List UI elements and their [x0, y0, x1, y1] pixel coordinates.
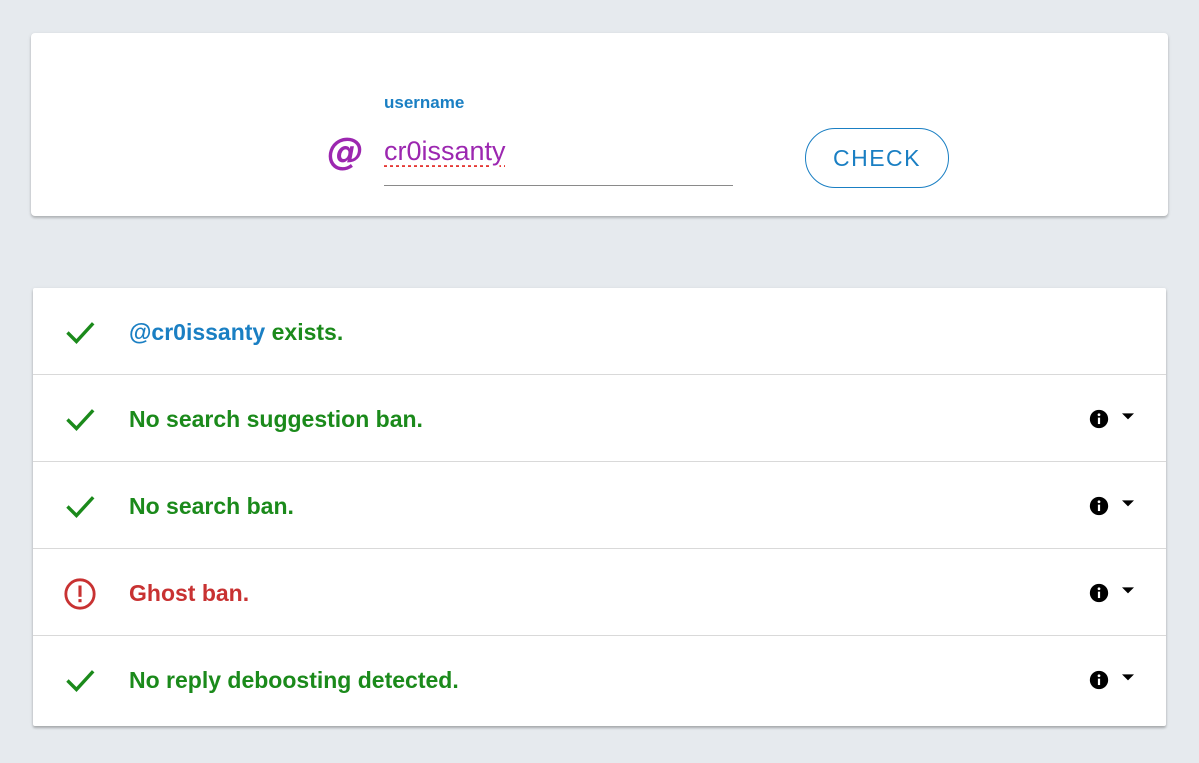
info-icon	[1089, 670, 1109, 690]
username-handle: @cr0issanty	[129, 319, 266, 345]
result-text: No search ban.	[129, 493, 294, 519]
info-dropdown-toggle[interactable]	[1088, 576, 1140, 606]
result-row-search-suggestion-ban: No search suggestion ban.	[33, 375, 1166, 462]
check-icon	[66, 496, 95, 518]
caret-down-icon	[1122, 500, 1134, 507]
result-text: Ghost ban.	[129, 580, 250, 606]
username-input[interactable]	[384, 131, 733, 186]
result-text: @cr0issanty exists.	[129, 318, 343, 346]
info-icon	[1089, 583, 1109, 603]
check-icon	[66, 409, 95, 431]
info-dropdown-toggle[interactable]	[1088, 402, 1140, 432]
result-row-exists: @cr0issanty exists.	[33, 288, 1166, 375]
caret-down-icon	[1122, 587, 1134, 594]
search-card: @ username CHECK	[31, 33, 1168, 216]
info-icon	[1089, 496, 1109, 516]
info-icon	[1089, 409, 1109, 429]
caret-down-icon	[1122, 413, 1134, 420]
check-icon	[66, 322, 95, 344]
check-icon	[66, 670, 95, 692]
username-label: username	[384, 93, 465, 112]
info-dropdown-toggle[interactable]	[1088, 489, 1140, 519]
at-icon: @	[327, 130, 364, 173]
results-card: @cr0issanty exists. No search suggestion…	[33, 288, 1166, 726]
result-suffix: exists.	[265, 319, 344, 345]
caret-down-icon	[1122, 674, 1134, 681]
result-row-ghost-ban: Ghost ban.	[33, 549, 1166, 636]
result-row-search-ban: No search ban.	[33, 462, 1166, 549]
result-row-reply-deboosting: No reply deboosting detected.	[33, 636, 1166, 723]
result-text: No search suggestion ban.	[129, 406, 423, 432]
result-text: No reply deboosting detected.	[129, 667, 459, 693]
alert-circle-icon	[64, 578, 96, 610]
check-button[interactable]: CHECK	[805, 128, 949, 188]
info-dropdown-toggle[interactable]	[1088, 663, 1140, 693]
